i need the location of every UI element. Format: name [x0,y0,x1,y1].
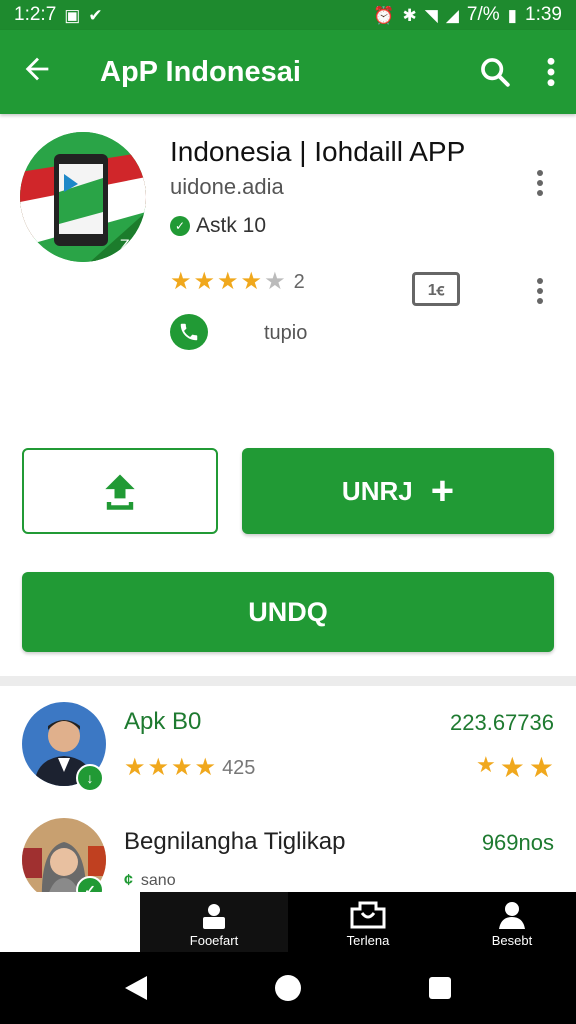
content-rating: ✓ Astk 10 [170,214,266,238]
nav-label: Besebt [491,933,533,948]
plus-icon: + [430,469,455,513]
undo-button[interactable]: UNDQ [22,572,554,652]
nav-label: Terlena [346,933,390,948]
star-icon: ★ [170,268,192,295]
list-item-rating: ★ ★ ★ ★ 425 [124,756,255,780]
app-developer[interactable]: uidone.adia [170,174,284,200]
home-icon [203,904,225,929]
twitter-icon: ✔ [88,5,103,25]
alarm-icon: ⏰ [373,5,395,25]
star-empty-icon: ★ [264,268,286,295]
notification-icon: ▣ [64,5,81,25]
system-navigation-bar [0,952,576,1024]
phone-label: tupio [264,322,308,344]
app-icon: Z [20,132,146,262]
star-icon: ★ [240,268,263,295]
app-bar: ApP Indonesai [0,30,576,114]
star-icon: ★ [193,268,216,295]
star-icon: ★ [217,268,239,295]
download-badge-icon: ↓ [76,764,104,792]
install-button-label: UNRJ [341,475,413,506]
nav-blank [0,892,140,952]
list-item-rating-text: 425 [222,756,256,779]
list-item-sub: ¢ sano [124,872,176,890]
back-arrow-icon[interactable] [20,52,80,92]
signal-icon: ◢ [445,5,459,25]
undo-button-label: UNDQ [248,596,328,627]
list-item-count: 223.67736 [450,710,554,735]
more-options-icon[interactable] [534,278,546,304]
section-divider [0,676,576,686]
book-icon[interactable]: 1ꞓ [412,272,460,306]
list-item[interactable]: ↓ Apk B0 223.67736 ★ ★ ★ ★ 425 ★ ★ ★ [0,700,576,800]
bottom-navigation: Fooefart Terlena Besebt [0,892,576,952]
tag-icon: ¢ [124,872,133,889]
recents-icon[interactable] [410,958,470,1018]
check-badge-icon: ✓ [170,216,190,236]
app-bar-title: ApP Indonesai [100,55,301,88]
bluetooth-icon: ✱ [402,5,417,25]
nav-item-inbox[interactable]: Terlena [288,892,448,952]
list-item-stars-right: ★ ★ ★ [476,754,554,782]
inbox-icon [350,901,386,929]
overflow-menu-icon[interactable] [546,56,556,88]
star-icon: ★ [147,754,170,781]
more-options-icon[interactable] [534,170,546,196]
svg-text:Z: Z [120,238,130,254]
list-item-title: Apk B0 [124,708,202,735]
status-bar: 1:2:7 ▣ ✔ ⏰ ✱ ◥ ◢ 7/% ▮ 1:39 [0,0,576,30]
search-icon[interactable] [478,55,512,89]
star-icon: ★ [171,754,193,781]
wifi-icon: ◥ [424,5,438,25]
app-name: Indonesia | Iohdaill APP [170,136,466,167]
person-icon [499,902,525,929]
rating-count: 2 [293,270,305,293]
install-button[interactable]: UNRJ + [242,448,554,534]
star-icon: ★ [499,752,525,783]
list-item-count: 969nos [481,830,554,855]
share-button[interactable] [22,448,218,534]
battery-icon: ▮ [507,5,518,25]
star-icon: ★ [124,754,146,781]
content-rating-label: Astk 10 [196,214,267,237]
battery-percent: 7/% [466,4,500,25]
home-circle-icon[interactable] [258,958,318,1018]
star-icon: ★ [528,752,554,783]
status-time-left: 1:2:7 [14,4,57,25]
list-item-sub-text: sano [140,872,176,889]
upload-icon [105,474,135,510]
back-icon[interactable] [106,958,166,1018]
app-rating: ★ ★ ★ ★ ★ 2 [170,270,305,294]
nav-label: Fooefart [189,933,239,948]
nav-item-profile[interactable]: Besebt [448,892,576,952]
star-icon: ★ [476,752,496,777]
list-item-title: Begnilangha Tiglikap [124,828,346,855]
phone-icon[interactable] [170,314,208,350]
nav-item-home[interactable]: Fooefart [140,892,288,952]
star-icon: ★ [194,754,217,781]
status-time-right: 1:39 [525,4,562,25]
list-item[interactable]: ✓ Begnilangha Tiglikap 969nos ¢ sano [0,816,576,904]
book-label: 1ꞓ [427,282,445,299]
